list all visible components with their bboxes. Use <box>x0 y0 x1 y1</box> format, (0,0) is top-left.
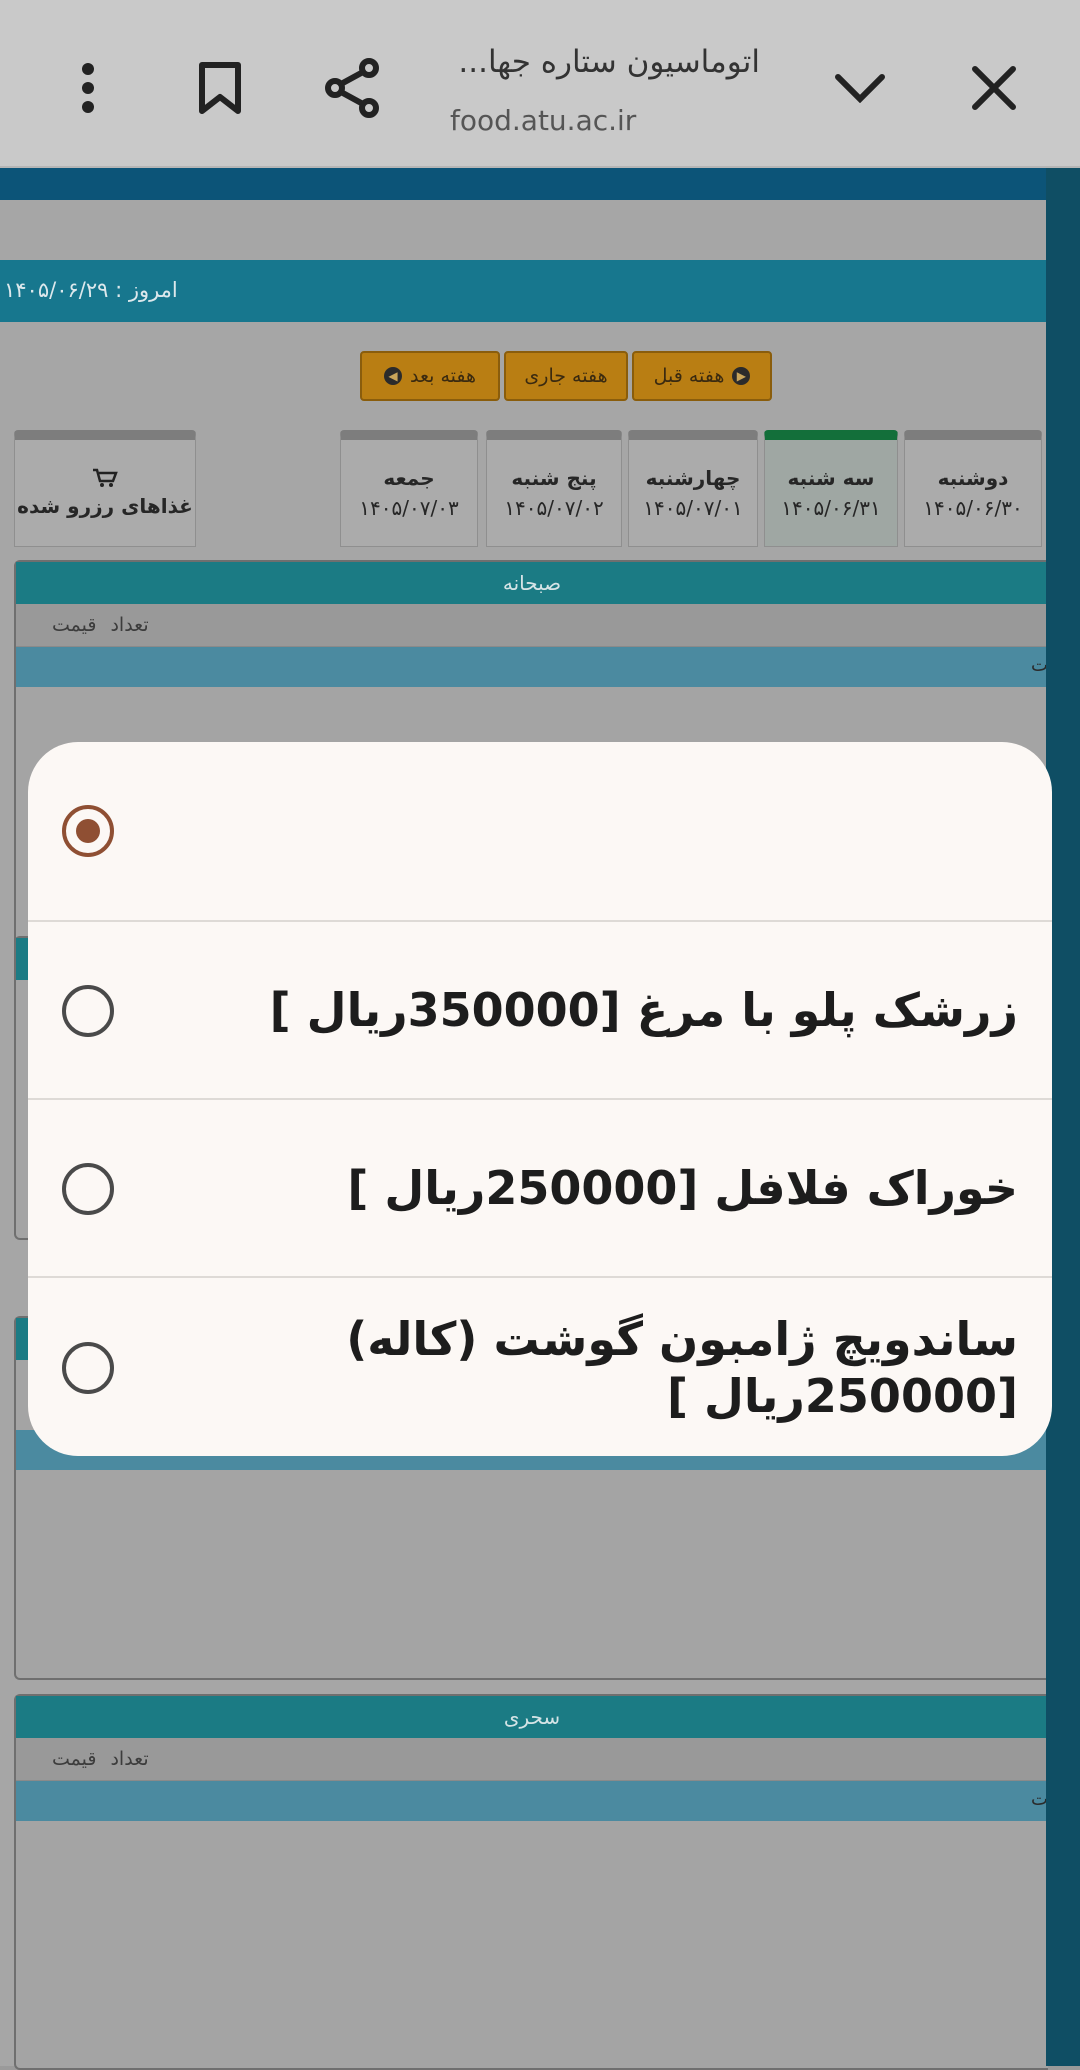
day-date: ۱۴۰۵/۰۶/۳۰ <box>923 496 1023 520</box>
day-name: سه شنبه <box>787 466 875 490</box>
radio-icon[interactable] <box>62 985 114 1037</box>
chevron-left-icon: ◀ <box>383 367 402 385</box>
radio-selected-icon[interactable] <box>62 805 114 857</box>
next-week-label: هفته بعد <box>409 365 477 387</box>
option-label: خوراک فلافل [250000ریال ] <box>347 1161 1018 1216</box>
option-ham-sandwich[interactable]: ساندویچ ژامبون گوشت (کاله) [250000ریال ] <box>28 1276 1052 1456</box>
reserved-meals-label: غذاهای رزرو شده <box>17 494 193 518</box>
more-menu-icon[interactable] <box>48 48 128 128</box>
option-label: ساندویچ ژامبون گوشت (کاله) [250000ریال ] <box>346 1311 1018 1424</box>
tab-day-friday[interactable]: جمعه ۱۴۰۵/۰۷/۰۳ <box>340 430 478 547</box>
table-row: ت <box>16 1781 1048 1821</box>
current-week-button[interactable]: هفته جاری <box>504 351 628 401</box>
close-icon[interactable] <box>954 48 1034 128</box>
table-header: قیمت تعداد <box>16 1738 1048 1781</box>
day-date: ۱۴۰۵/۰۷/۰۳ <box>359 496 459 520</box>
day-date: ۱۴۰۵/۰۷/۰۲ <box>504 496 604 520</box>
prev-week-label: هفته قبل <box>653 365 725 387</box>
tab-day-thursday[interactable]: پنج شنبه ۱۴۰۵/۰۷/۰۲ <box>486 430 622 547</box>
option-empty[interactable] <box>28 742 1052 920</box>
column-price: قیمت <box>52 1748 97 1770</box>
tab-day-wednesday[interactable]: چهارشنبه ۱۴۰۵/۰۷/۰۱ <box>628 430 758 547</box>
column-count: تعداد <box>110 1748 149 1770</box>
tab-day-tuesday[interactable]: سه شنبه ۱۴۰۵/۰۶/۳۱ <box>764 430 898 547</box>
site-header-strip <box>0 166 1046 200</box>
food-select-dialog: زرشک پلو با مرغ [350000ریال ] خوراک فلاف… <box>28 742 1052 1456</box>
day-name: پنج شنبه <box>511 466 597 490</box>
option-label: زرشک پلو با مرغ [350000ریال ] <box>269 983 1018 1038</box>
chevron-down-icon[interactable] <box>820 48 900 128</box>
current-week-label: هفته جاری <box>524 365 608 387</box>
next-week-button[interactable]: هفته بعد ◀ <box>360 351 500 401</box>
page-url[interactable]: food.atu.ac.ir <box>450 104 636 137</box>
share-icon[interactable] <box>312 48 392 128</box>
tab-day-monday[interactable]: دوشنبه ۱۴۰۵/۰۶/۳۰ <box>904 430 1042 547</box>
browser-toolbar: اتوماسیون ستاره جها... food.atu.ac.ir <box>0 0 1080 168</box>
column-count: تعداد <box>110 614 149 636</box>
radio-icon[interactable] <box>62 1163 114 1215</box>
section-title: صبحانه <box>16 562 1048 604</box>
option-zereshk-polo[interactable]: زرشک پلو با مرغ [350000ریال ] <box>28 920 1052 1100</box>
prev-week-button[interactable]: ▶ هفته قبل <box>632 351 772 401</box>
day-name: جمعه <box>383 466 435 490</box>
chevron-right-icon: ▶ <box>732 367 751 385</box>
table-row: ت <box>16 647 1048 687</box>
today-date: امروز : ۱۴۰۵/۰۶/۲۹ <box>4 278 178 302</box>
day-date: ۱۴۰۵/۰۷/۰۱ <box>643 496 743 520</box>
section-sahari: سحری قیمت تعداد ت <box>14 1694 1048 2070</box>
radio-icon[interactable] <box>62 1342 114 1394</box>
page-title: اتوماسیون ستاره جها... <box>458 44 760 80</box>
option-falafel[interactable]: خوراک فلافل [250000ریال ] <box>28 1098 1052 1278</box>
tab-reserved-meals[interactable]: غذاهای رزرو شده <box>14 430 196 547</box>
day-name: دوشنبه <box>937 466 1009 490</box>
day-name: چهارشنبه <box>645 466 741 490</box>
day-date: ۱۴۰۵/۰۶/۳۱ <box>781 496 881 520</box>
table-header: قیمت تعداد <box>16 604 1048 647</box>
section-title: سحری <box>16 1696 1048 1738</box>
column-price: قیمت <box>52 614 97 636</box>
cart-icon <box>93 468 118 487</box>
bookmark-icon[interactable] <box>180 48 260 128</box>
